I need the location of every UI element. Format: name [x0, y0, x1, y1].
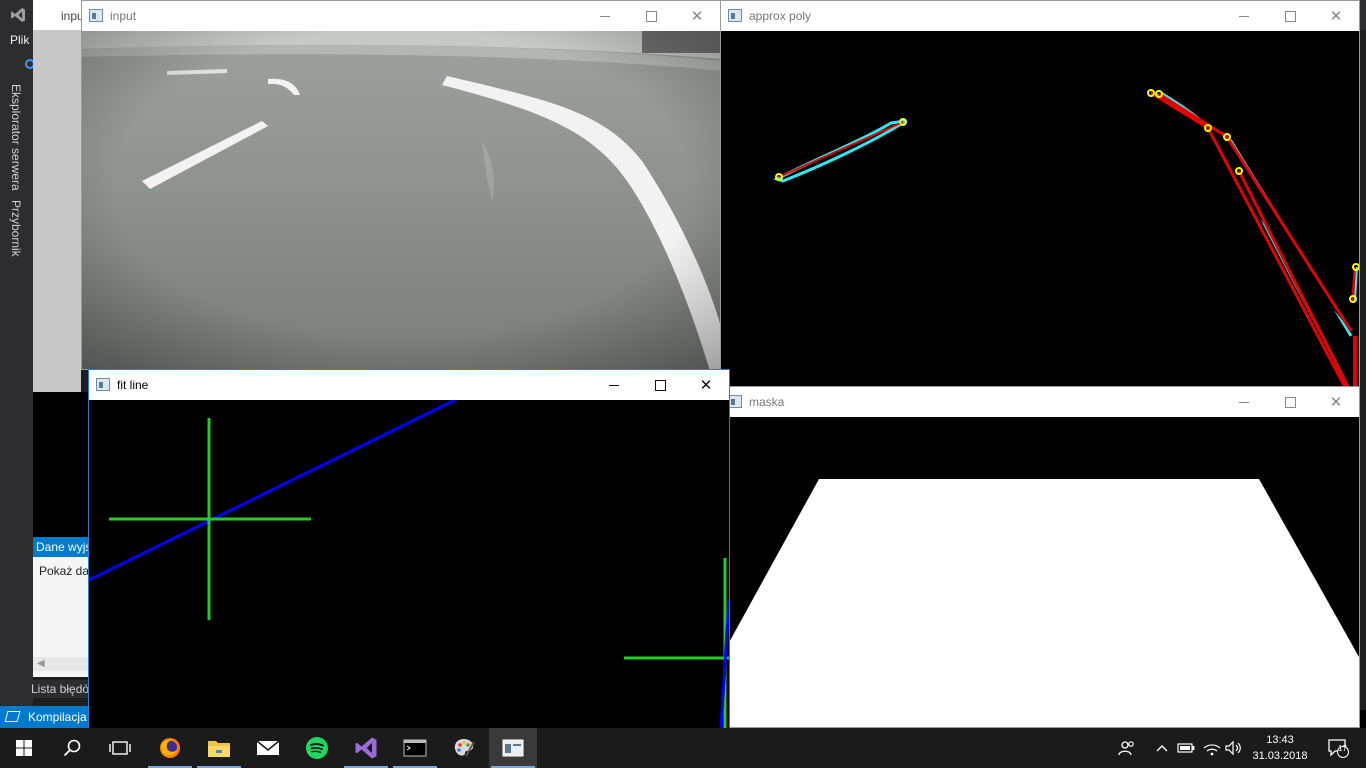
task-view-button[interactable]: [96, 728, 144, 768]
visual-studio-logo-icon: [11, 8, 25, 22]
maximize-button[interactable]: [1267, 1, 1313, 31]
close-button[interactable]: [1313, 387, 1359, 417]
app-window-icon: [502, 739, 524, 757]
window-app-icon: [89, 9, 103, 22]
folder-icon: [208, 741, 230, 757]
taskbar-mail[interactable]: [244, 728, 292, 768]
output-panel-header[interactable]: Dane wyjściowe: [33, 537, 88, 557]
search-button[interactable]: [48, 728, 96, 768]
toolbox-tab[interactable]: Przybornik: [9, 200, 23, 257]
firefox-icon: [160, 738, 180, 758]
taskbar: 13:43 31.03.2018 17: [0, 728, 1366, 768]
mask-canvas: [721, 417, 1359, 727]
maska-window-titlebar[interactable]: maska: [721, 387, 1359, 417]
output-horizontal-scrollbar[interactable]: ◀: [33, 657, 88, 671]
action-center-button[interactable]: 17: [1318, 728, 1358, 768]
fit-line-window-titlebar[interactable]: fit line: [89, 370, 729, 400]
clock-time: 13:43: [1266, 734, 1294, 746]
approx-poly-window[interactable]: approx poly: [720, 0, 1360, 388]
close-button[interactable]: [674, 1, 720, 31]
input-window[interactable]: input: [81, 0, 721, 370]
approx-poly-canvas: [721, 31, 1359, 387]
people-icon: [1118, 741, 1134, 756]
start-button[interactable]: [0, 728, 48, 768]
background-input-window-title[interactable]: input: [33, 0, 87, 30]
chevron-up-icon: [1156, 745, 1168, 752]
show-hidden-icons-button[interactable]: [1152, 728, 1172, 768]
close-button[interactable]: [1313, 1, 1359, 31]
scroll-left-arrow-icon[interactable]: ◀: [37, 658, 45, 669]
status-text: Kompilacja: [28, 710, 87, 724]
vs-status-bar: Kompilacja: [0, 706, 88, 728]
network-button[interactable]: [1200, 728, 1224, 768]
search-icon: [63, 739, 81, 757]
clock-button[interactable]: 13:43 31.03.2018: [1245, 732, 1315, 764]
paint-palette-icon: [454, 739, 475, 757]
mail-icon: [256, 740, 280, 755]
wifi-icon: [1203, 744, 1221, 756]
minimize-button[interactable]: [1221, 387, 1267, 417]
taskbar-visual-studio[interactable]: [342, 728, 390, 768]
window-title: input: [110, 9, 137, 23]
battery-button[interactable]: [1175, 728, 1197, 768]
notification-count-badge: 17: [1338, 744, 1347, 753]
camera-image: [82, 31, 720, 369]
menu-plik[interactable]: Plik: [10, 33, 29, 47]
taskbar-file-explorer[interactable]: [195, 728, 243, 768]
maximize-button[interactable]: [637, 370, 683, 400]
window-title: approx poly: [749, 9, 812, 23]
visual-studio-icon: [355, 737, 377, 759]
window-title: maska: [749, 395, 785, 409]
window-app-icon: [728, 9, 742, 22]
window-app-icon: [728, 395, 742, 408]
people-button[interactable]: [1115, 728, 1139, 768]
clock-date: 31.03.2018: [1252, 750, 1308, 762]
speaker-icon: [1225, 740, 1241, 756]
road-camera-frame: [82, 31, 720, 369]
maska-window[interactable]: maska: [720, 386, 1360, 728]
volume-button[interactable]: [1222, 728, 1246, 768]
mask-shape: [721, 479, 1359, 727]
console-icon: [403, 739, 427, 757]
build-status-icon: [4, 711, 21, 722]
window-app-icon: [96, 378, 110, 391]
battery-icon: [1177, 743, 1195, 753]
contour-drawing: [773, 89, 1359, 387]
taskbar-console[interactable]: [391, 728, 439, 768]
minimize-button[interactable]: [582, 1, 628, 31]
vs-editor-area: [33, 392, 88, 537]
approx-poly-window-titlebar[interactable]: approx poly: [721, 1, 1359, 31]
spotify-icon: [306, 737, 328, 759]
vs-editor-panel: [33, 30, 81, 392]
maximize-button[interactable]: [628, 1, 674, 31]
maximize-button[interactable]: [1267, 387, 1313, 417]
input-window-titlebar[interactable]: input: [82, 1, 720, 31]
taskbar-paint[interactable]: [440, 728, 488, 768]
close-button[interactable]: [683, 370, 729, 400]
fit-line-canvas: [89, 400, 729, 760]
fit-line-window[interactable]: fit line: [88, 369, 730, 761]
minimize-button[interactable]: [1221, 1, 1267, 31]
minimize-button[interactable]: [591, 370, 637, 400]
window-title: fit line: [117, 378, 149, 392]
server-explorer-tab[interactable]: Eksplorator serwera: [9, 84, 23, 191]
taskbar-opencv-window[interactable]: [489, 728, 537, 768]
taskbar-firefox[interactable]: [146, 728, 194, 768]
task-view-icon: [109, 741, 131, 755]
error-list-tab[interactable]: Lista błędów: [28, 680, 88, 698]
windows-logo-icon: [16, 740, 32, 756]
taskbar-spotify[interactable]: [293, 728, 341, 768]
fit-line-drawing: [89, 400, 729, 760]
